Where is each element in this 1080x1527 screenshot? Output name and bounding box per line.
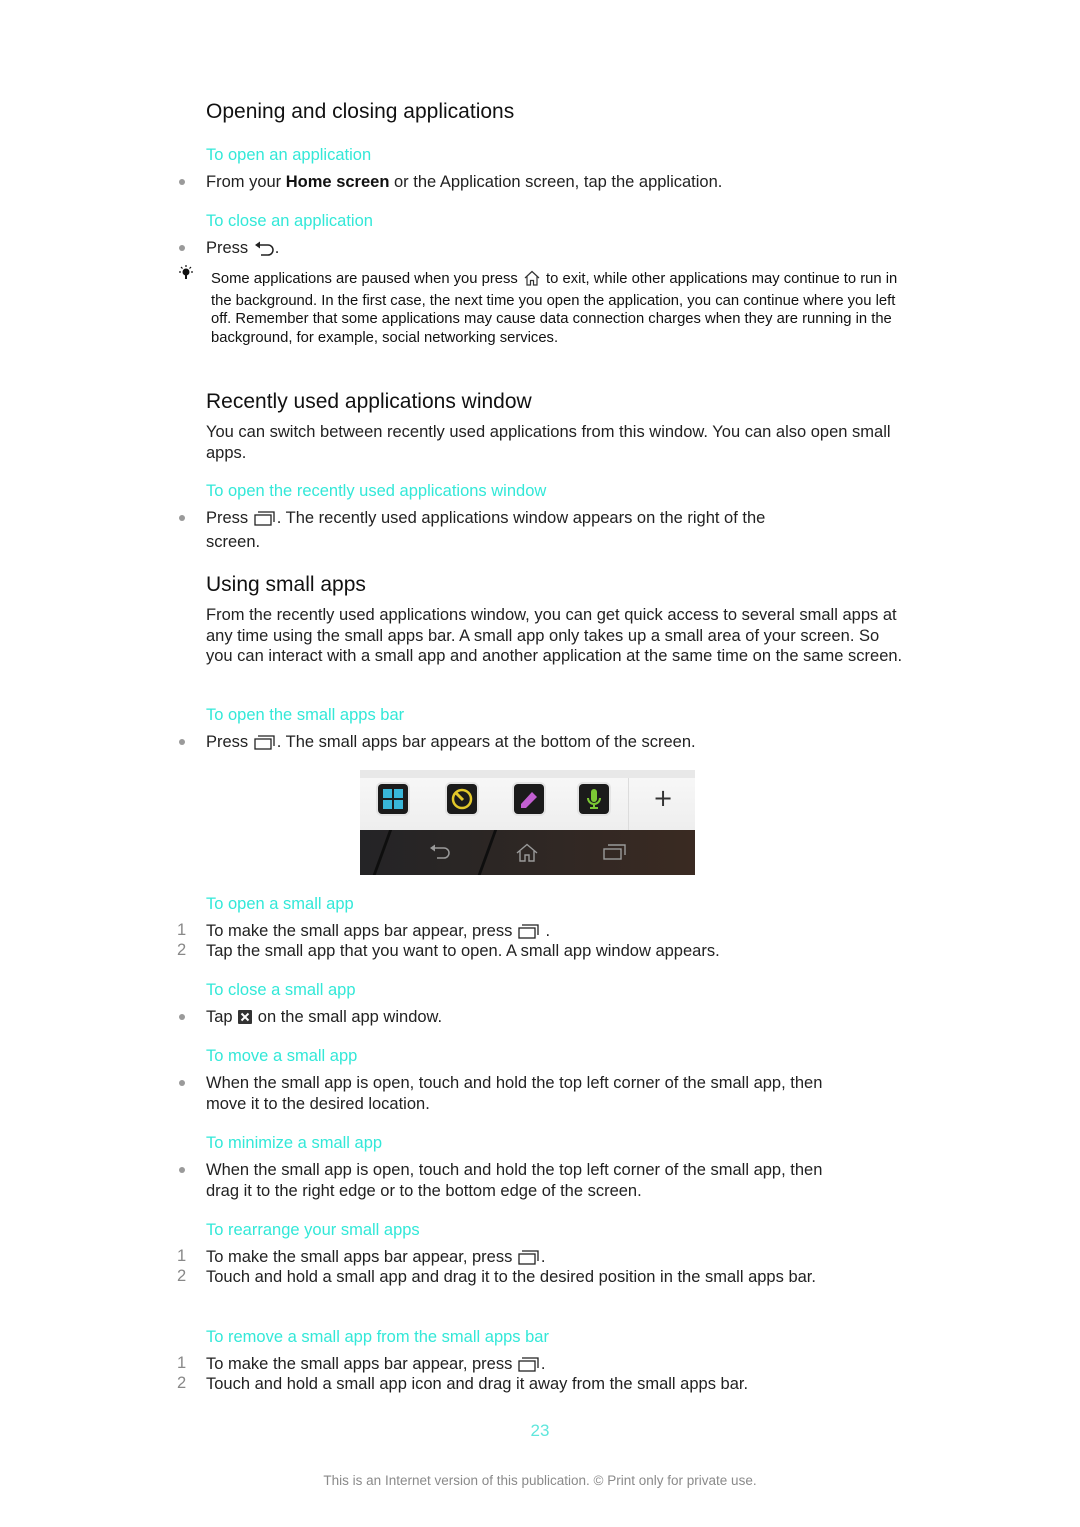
tip-note: Some applications are paused when you pr… — [211, 270, 898, 346]
nav-home-icon[interactable] — [515, 843, 539, 868]
voice-recorder-app-icon[interactable] — [579, 784, 609, 814]
step-open-bar: Press . The small apps bar appears at th… — [206, 732, 906, 756]
step-number: 1 — [177, 1247, 187, 1265]
screenshot-top-edge — [360, 770, 695, 778]
step-remove-2: Touch and hold a small app icon and drag… — [206, 1375, 749, 1393]
section-title-opening: Opening and closing applications — [206, 100, 515, 123]
subheading-close-application: To close an application — [206, 212, 373, 230]
step-open-application: From your Home screen or the Application… — [206, 173, 723, 191]
small-apps-intro: From the recently used applications wind… — [206, 606, 903, 665]
bullet — [179, 515, 185, 521]
subheading-open-bar: To open the small apps bar — [206, 706, 405, 724]
home-screen-term: Home screen — [285, 173, 390, 191]
step-number: 1 — [177, 921, 187, 939]
subheading-close-small-app: To close a small app — [206, 981, 356, 999]
recent-intro: You can switch between recently used app… — [206, 423, 891, 462]
subheading-rearrange: To rearrange your small apps — [206, 1221, 420, 1239]
step-close-application: Press . — [206, 238, 906, 262]
section-title-recent: Recently used applications window — [206, 390, 532, 413]
recent-apps-icon — [253, 510, 277, 532]
section-title-small-apps: Using small apps — [206, 573, 366, 596]
home-icon — [522, 270, 542, 292]
bullet — [179, 739, 185, 745]
small-apps-bar-screenshot: + — [360, 770, 695, 875]
subheading-open-application: To open an application — [206, 146, 372, 164]
bullet — [179, 245, 185, 251]
nav-back-icon[interactable] — [428, 843, 452, 866]
calculator-app-icon[interactable] — [378, 784, 408, 814]
bullet — [179, 179, 185, 185]
step-rearrange-2: Touch and hold a small app and drag it t… — [206, 1268, 816, 1286]
timer-app-icon[interactable] — [447, 784, 477, 814]
step-number: 2 — [177, 1374, 187, 1392]
step-number: 2 — [177, 1267, 187, 1285]
subheading-minimize-small-app: To minimize a small app — [206, 1134, 383, 1152]
bar-separator — [628, 778, 629, 830]
step-number: 1 — [177, 1354, 187, 1372]
back-icon — [253, 240, 275, 262]
step-open-small-app-2: Tap the small app that you want to open.… — [206, 942, 720, 960]
subheading-move-small-app: To move a small app — [206, 1047, 358, 1065]
nav-recent-apps-icon[interactable] — [602, 843, 628, 866]
step-close-small-app: Tap on the small app window. — [206, 1007, 906, 1031]
bullet — [179, 1014, 185, 1020]
subheading-open-recent: To open the recently used applications w… — [206, 482, 547, 500]
recent-apps-icon — [253, 734, 277, 756]
step-open-recent: Press . The recently used applications w… — [206, 509, 766, 551]
footer-disclaimer: This is an Internet version of this publ… — [323, 1473, 757, 1488]
bullet — [179, 1167, 185, 1173]
step-number: 2 — [177, 941, 187, 959]
subheading-open-small-app: To open a small app — [206, 895, 354, 913]
tip-icon — [177, 265, 195, 286]
close-icon — [237, 1009, 253, 1031]
bullet — [179, 1080, 185, 1086]
step-minimize-small-app: When the small app is open, touch and ho… — [206, 1161, 823, 1200]
subheading-remove: To remove a small app from the small app… — [206, 1328, 549, 1346]
add-small-app-button[interactable]: + — [653, 784, 673, 812]
step-move-small-app: When the small app is open, touch and ho… — [206, 1074, 823, 1113]
page-number: 23 — [530, 1421, 550, 1440]
notes-app-icon[interactable] — [514, 784, 544, 814]
